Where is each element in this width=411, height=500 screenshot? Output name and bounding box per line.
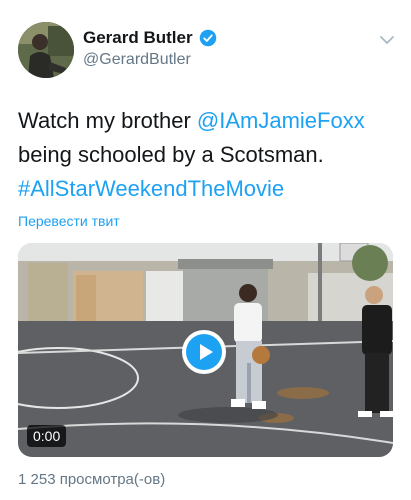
tweet-text-part1: Watch my brother xyxy=(18,108,197,133)
author-name[interactable]: Gerard Butler xyxy=(83,28,193,48)
tweet-text: Watch my brother @IAmJamieFoxx being sch… xyxy=(18,104,398,206)
mention-link[interactable]: @IAmJamieFoxx xyxy=(197,108,365,133)
tweet-header: Gerard Butler @GerardButler xyxy=(0,0,411,90)
play-button[interactable] xyxy=(182,330,226,374)
video-player[interactable]: 0:00 xyxy=(18,243,393,457)
verified-badge-icon xyxy=(199,29,216,47)
hashtag-link[interactable]: #AllStarWeekendTheMovie xyxy=(18,176,284,201)
view-count: 1 253 просмотра(-ов) xyxy=(18,471,166,488)
author-name-row: Gerard Butler xyxy=(83,28,217,48)
translate-tweet-link[interactable]: Перевести твит xyxy=(18,213,120,229)
tweet-text-part2: being schooled by a Scotsman. xyxy=(18,142,324,167)
avatar[interactable] xyxy=(18,22,74,78)
author-handle[interactable]: @GerardButler xyxy=(83,51,191,69)
chevron-down-icon[interactable] xyxy=(379,34,395,46)
play-icon xyxy=(186,334,222,370)
video-duration: 0:00 xyxy=(27,425,67,447)
